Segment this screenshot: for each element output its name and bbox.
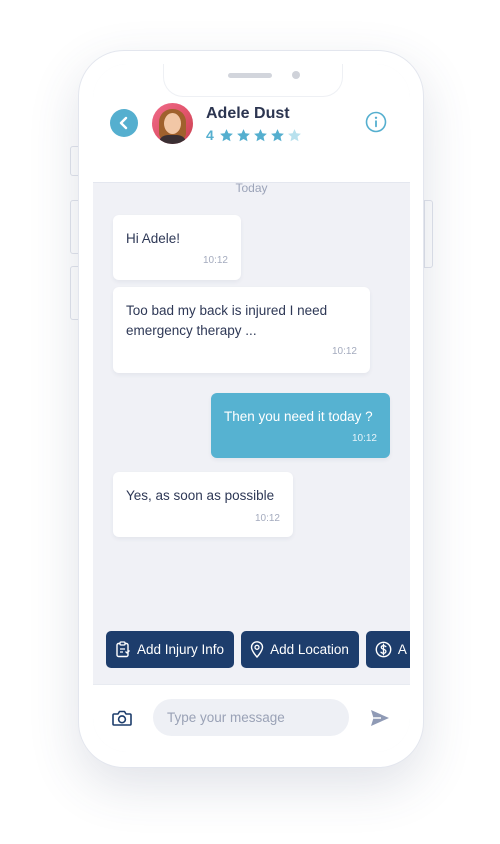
message-text: Yes, as soon as possible (126, 488, 275, 503)
add-location-button[interactable]: Add Location (241, 631, 359, 668)
speaker (228, 73, 272, 78)
message-bubble-outgoing: Then you need it today ? 10:12 (211, 393, 390, 458)
message-bubble-incoming: Yes, as soon as possible 10:12 (113, 472, 293, 537)
quick-actions: Add Injury Info Add Location A (106, 631, 410, 669)
message-time: 10:12 (351, 433, 377, 444)
button-label: Add Injury Info (137, 642, 225, 657)
message-text: Then you need it today ? (224, 409, 373, 424)
back-button[interactable] (110, 109, 138, 137)
camera-icon[interactable] (111, 707, 133, 729)
message-time: 10:12 (331, 346, 357, 357)
message-bubble-incoming: Hi Adele! 10:12 (113, 215, 241, 280)
star-filled-icon (219, 128, 233, 141)
location-pin-icon (250, 641, 264, 658)
phone-notch (163, 64, 343, 97)
front-camera (292, 71, 300, 79)
button-label: A (397, 642, 407, 657)
info-icon[interactable] (365, 111, 387, 133)
message-text: Too bad my back is injured I need emerge… (126, 303, 328, 338)
message-time: 10:12 (202, 255, 228, 266)
power-button (424, 200, 433, 268)
message-bubble-incoming: Too bad my back is injured I need emerge… (113, 287, 370, 373)
message-composer (93, 684, 410, 752)
chevron-left-icon (119, 116, 128, 130)
star-rating (219, 128, 304, 143)
add-injury-info-button[interactable]: Add Injury Info (106, 631, 235, 668)
dollar-icon (375, 641, 392, 658)
button-label: Add Location (270, 642, 349, 657)
contact-name: Adele Dust (206, 105, 290, 122)
rating-value: 4 (206, 127, 214, 143)
avatar[interactable] (152, 103, 193, 144)
clipboard-icon (116, 641, 130, 658)
star-filled-icon (253, 128, 267, 141)
message-input[interactable] (153, 699, 349, 736)
add-payment-button[interactable]: A (365, 631, 410, 668)
chat-screen: Adele Dust 4 Today Hi Adele! 10:12 Too b… (93, 64, 410, 752)
send-icon[interactable] (369, 707, 391, 729)
star-filled-icon (270, 128, 284, 141)
star-empty-icon (287, 128, 301, 141)
message-text: Hi Adele! (126, 231, 181, 246)
contact-rating: 4 (206, 125, 304, 145)
date-separator: Today (235, 181, 268, 195)
star-filled-icon (236, 128, 250, 141)
message-time: 10:12 (254, 513, 280, 524)
